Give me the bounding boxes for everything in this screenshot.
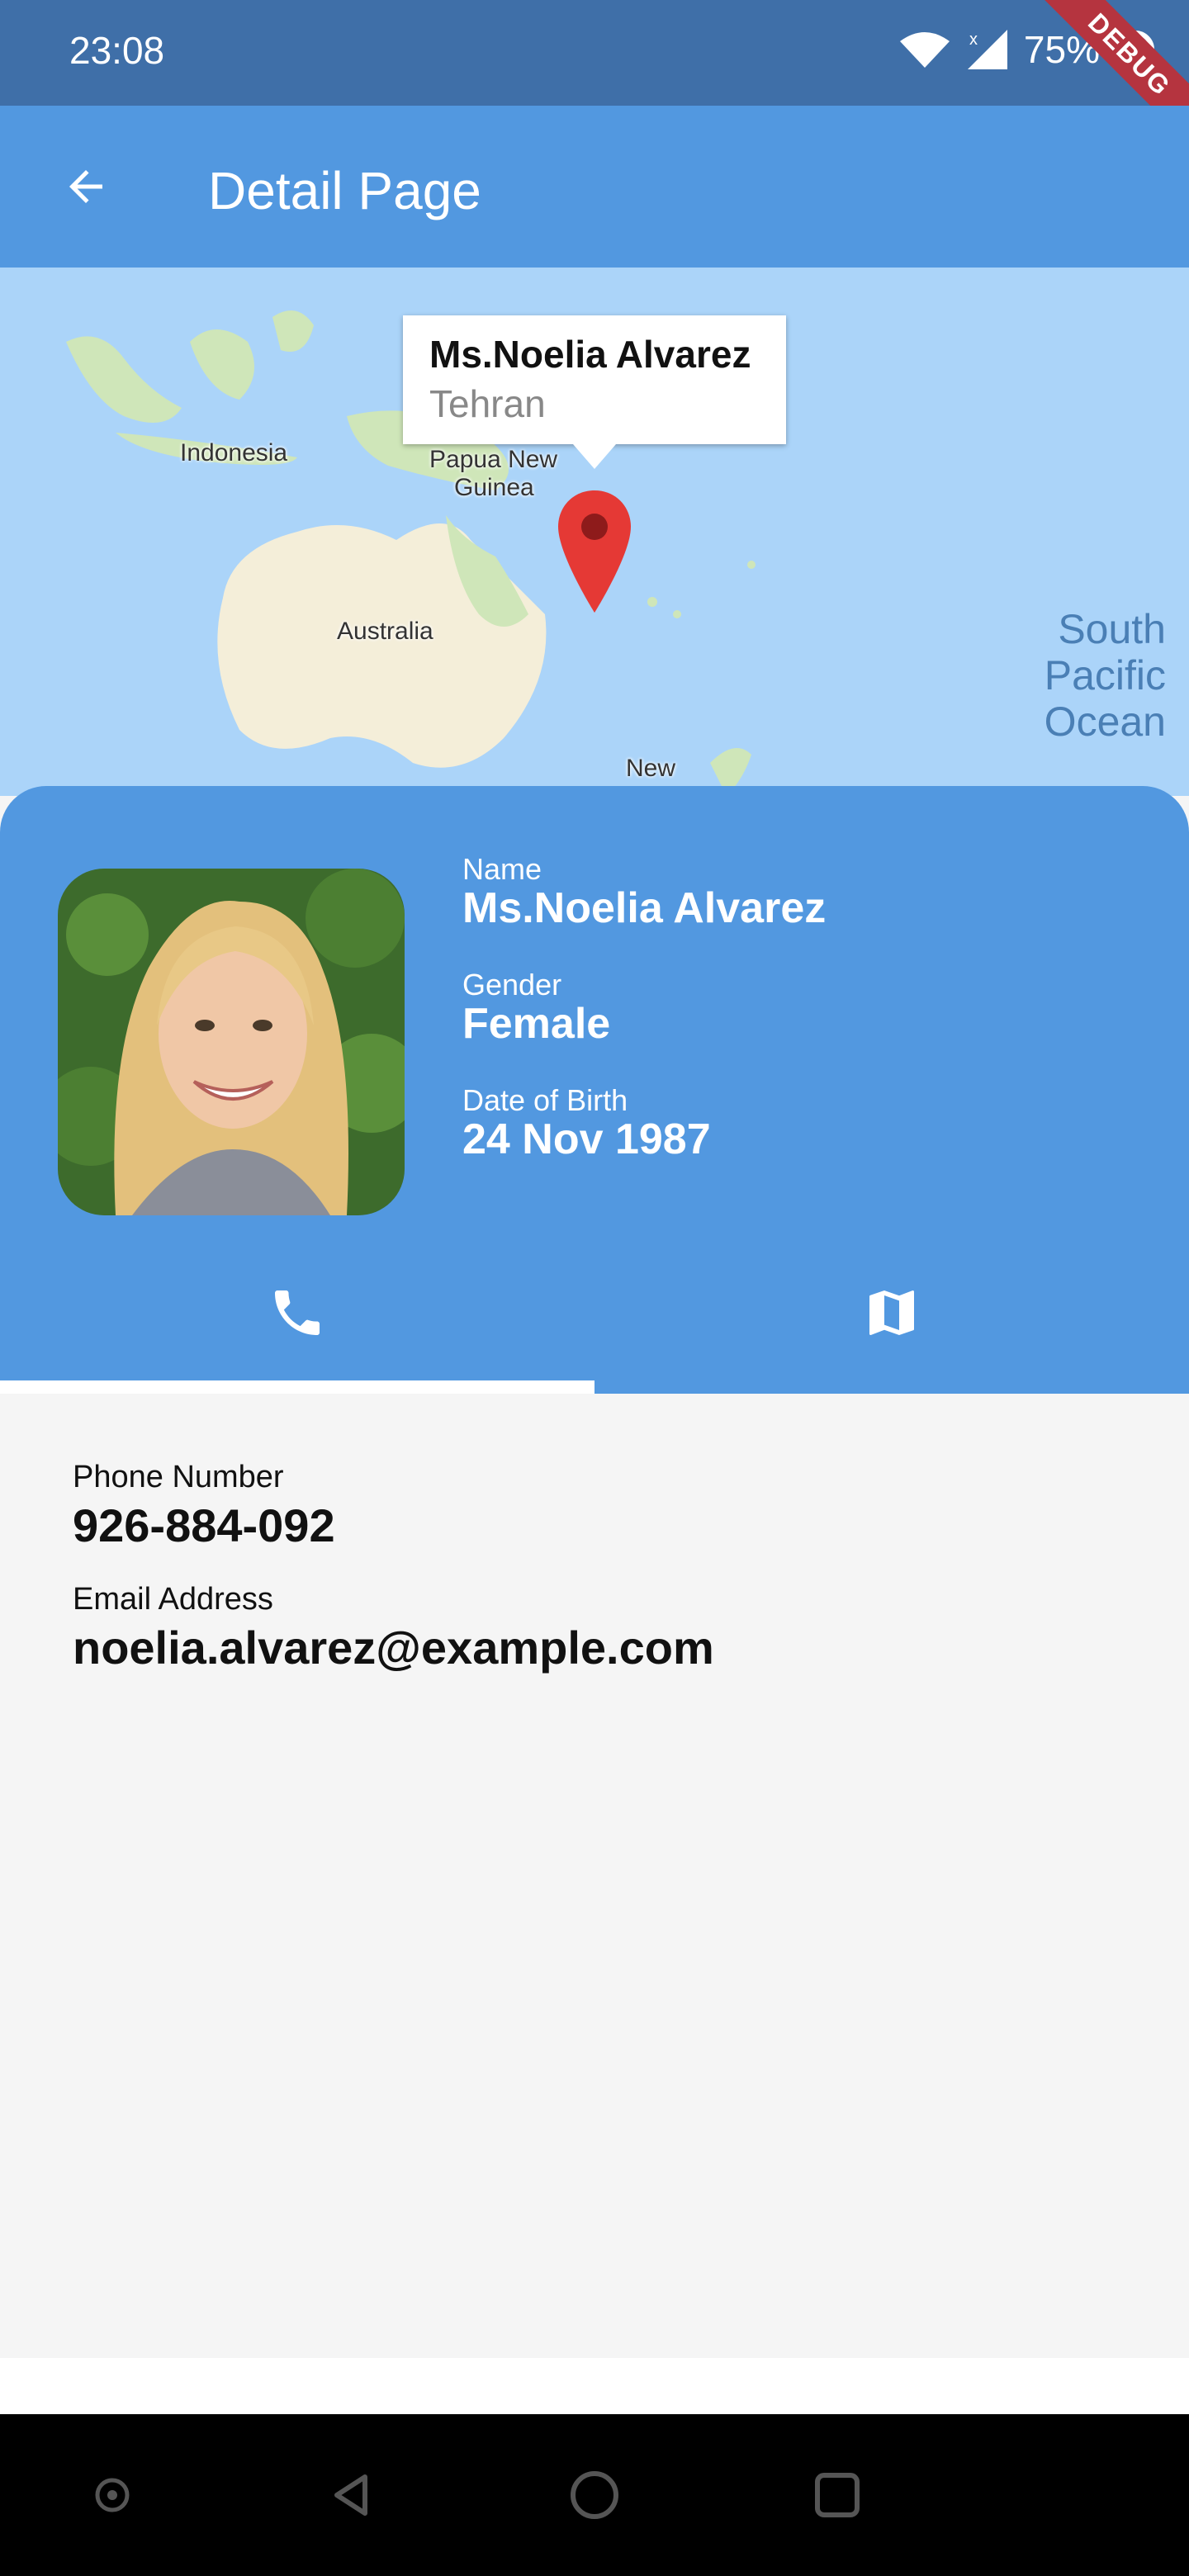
dob-label: Date of Birth: [462, 1083, 628, 1117]
status-time: 23:08: [69, 29, 165, 72]
map-view[interactable]: Indonesia Papua New Guinea Australia New…: [0, 268, 1189, 796]
map-label-ocean: South Pacific Ocean: [1045, 606, 1166, 745]
map-label-indonesia: Indonesia: [180, 439, 288, 466]
email-section: Email Address noelia.alvarez@example.com: [73, 1582, 714, 1674]
map-label-australia: Australia: [337, 618, 433, 645]
phone-icon: [275, 1290, 320, 1335]
svg-text:x: x: [969, 31, 978, 49]
recents-square-icon: [815, 2473, 860, 2517]
name-value: Ms.Noelia Alvarez: [462, 884, 827, 932]
system-nav-bar: [0, 2414, 1189, 2576]
status-bar: 23:08 x 75% DEBUG: [0, 0, 1189, 158]
arrow-back-icon: [69, 170, 102, 203]
nav-assistant-button[interactable]: [79, 2462, 145, 2528]
map-label-png-line1: Papua New: [429, 446, 558, 473]
tab-indicator: [0, 1380, 594, 1394]
phone-value: 926-884-092: [73, 1499, 335, 1551]
ocean-line3: Ocean: [1044, 698, 1166, 745]
signal-icon: x: [967, 30, 1007, 69]
nav-home-button[interactable]: [561, 2462, 628, 2528]
map-icon: [869, 1290, 914, 1335]
profile-card: Name Ms.Noelia Alvarez Gender Female Dat…: [0, 786, 1189, 1394]
email-value: noelia.alvarez@example.com: [73, 1622, 714, 1674]
dob-value: 24 Nov 1987: [462, 1115, 711, 1163]
name-label: Name: [462, 852, 542, 886]
phone-label: Phone Number: [73, 1460, 284, 1494]
avatar: [58, 869, 405, 1215]
home-circle-icon: [571, 2471, 618, 2519]
map-label-new-zealand: New: [626, 755, 676, 782]
map-marker-icon[interactable]: [557, 489, 632, 614]
page-title: Detail Page: [208, 161, 481, 220]
info-window-city: Tehran: [429, 382, 546, 425]
nav-back-button[interactable]: [319, 2462, 385, 2528]
app-bar: Detail Page: [0, 106, 1189, 268]
gender-value: Female: [462, 1000, 611, 1048]
bottom-strip: [0, 2358, 1189, 2414]
map-info-window[interactable]: Ms.Noelia Alvarez Tehran: [403, 315, 786, 444]
wifi-icon: [899, 32, 950, 68]
nav-recents-button[interactable]: [804, 2462, 870, 2528]
info-window-name: Ms.Noelia Alvarez: [429, 333, 751, 376]
phone-section: Phone Number 926-884-092: [73, 1460, 335, 1552]
avatar-photo: [58, 869, 405, 1215]
email-label: Email Address: [73, 1582, 273, 1617]
tab-map[interactable]: [594, 1265, 1189, 1361]
tab-phone[interactable]: [0, 1265, 594, 1361]
map-label-png-line2: Guinea: [454, 474, 534, 501]
ocean-line1: South: [1058, 606, 1166, 652]
info-window-tail: [573, 444, 616, 469]
gender-label: Gender: [462, 968, 562, 1002]
dot-circle-icon: [95, 2478, 130, 2512]
back-triangle-icon: [334, 2474, 367, 2516]
ocean-line2: Pacific: [1044, 652, 1166, 698]
back-button[interactable]: [46, 147, 126, 226]
